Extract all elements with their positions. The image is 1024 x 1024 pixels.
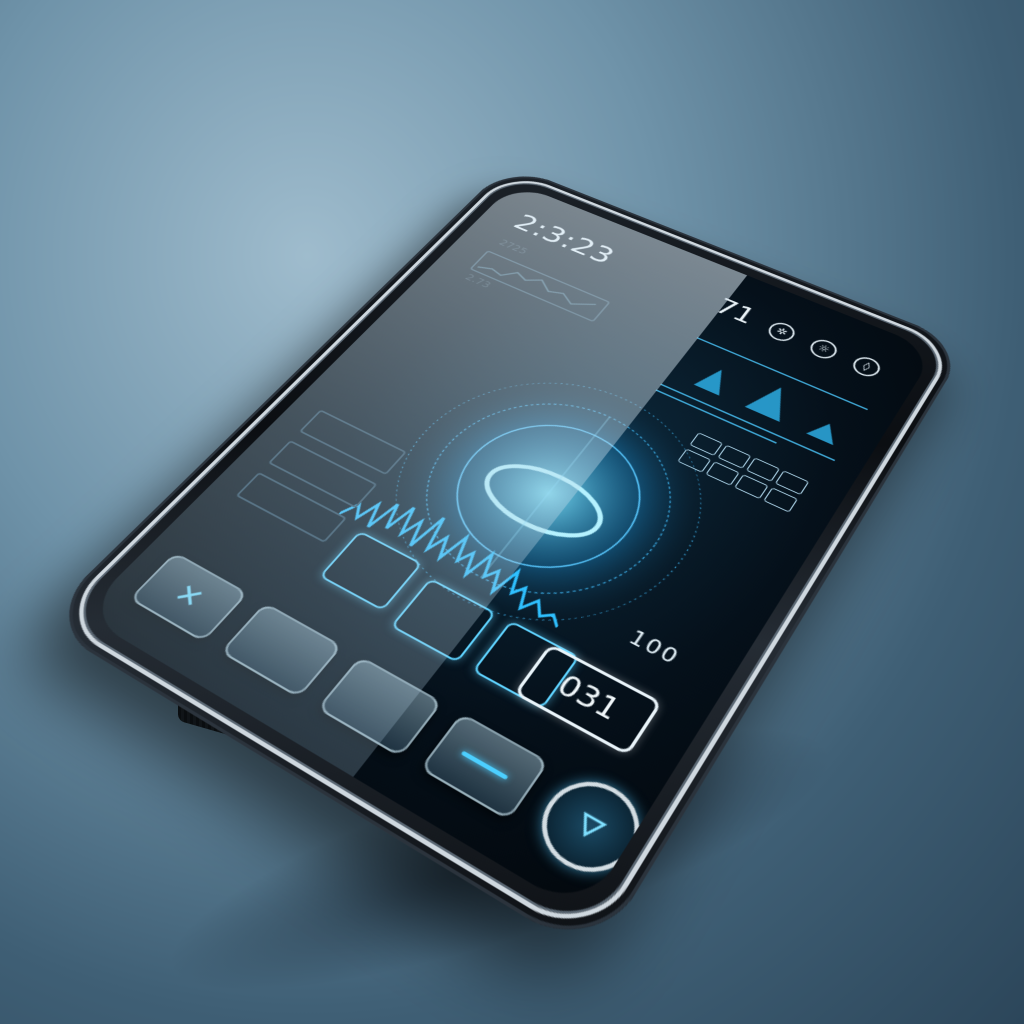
drop-icon: ◊ xyxy=(849,354,884,380)
small-label-1: 2725 xyxy=(496,238,529,257)
right-number: 100 xyxy=(624,626,684,670)
blank-button-1[interactable] xyxy=(220,602,343,698)
dash-icon xyxy=(461,751,509,780)
blank-button-2[interactable] xyxy=(317,656,443,758)
cross-button[interactable]: ✕ xyxy=(129,552,249,642)
x-cross-icon: ✕ xyxy=(166,577,212,615)
sun-icon: ☼ xyxy=(806,336,841,361)
play-triangle-icon xyxy=(566,803,616,850)
mini-chart-line xyxy=(478,257,597,314)
scene: 2:3:23 71 ✲ ☼ ◊ 2725 2.73 100 031 ✕ xyxy=(0,0,1024,1024)
fan-icon: ✲ xyxy=(764,320,798,345)
top-right-number: 71 xyxy=(709,294,760,330)
clock-value: 2:3:23 xyxy=(508,209,622,269)
clock: 2:3:23 xyxy=(508,209,622,269)
dash-button[interactable] xyxy=(419,713,549,821)
